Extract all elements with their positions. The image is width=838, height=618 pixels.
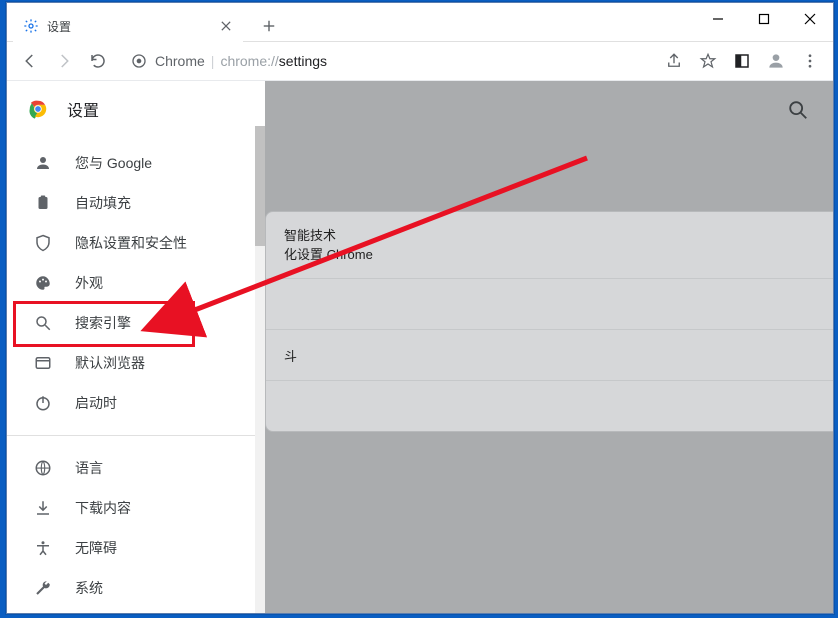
- sidebar-item-label: 搜索引擎: [75, 313, 131, 333]
- settings-card: 智能技术 化设置 Chrome 开启同步功能... ▸ 斗 ▸: [265, 211, 833, 432]
- chrome-logo-icon: [27, 98, 49, 120]
- sidebar-item-label: 您与 Google: [75, 153, 152, 173]
- sidebar-item-label: 默认浏览器: [75, 353, 145, 373]
- tab-settings[interactable]: 设置: [13, 9, 243, 43]
- palette-icon: [33, 273, 53, 293]
- accessibility-icon: [33, 538, 53, 558]
- gear-icon: [23, 18, 39, 34]
- browser-icon: [33, 353, 53, 373]
- new-tab-button[interactable]: [255, 12, 283, 40]
- shield-icon: [33, 233, 53, 253]
- toolbar-right: [657, 44, 827, 78]
- sidebar-item-on-startup[interactable]: 启动时: [7, 383, 265, 423]
- person-icon: [33, 153, 53, 173]
- menu-button[interactable]: [793, 44, 827, 78]
- tab-strip: 设置: [13, 9, 283, 43]
- globe-icon: [33, 458, 53, 478]
- sidebar-item-label: 隐私设置和安全性: [75, 233, 187, 253]
- sidebar-item-label: 系统: [75, 578, 103, 598]
- clipboard-icon: [33, 193, 53, 213]
- content-area: 设置 您与 Google 自动填充 隐私设置和安全性: [7, 81, 833, 613]
- sync-row-text: 智能技术 化设置 Chrome: [284, 226, 373, 265]
- profile-button[interactable]: [759, 44, 793, 78]
- search-icon: [33, 313, 53, 333]
- sync-row: 智能技术 化设置 Chrome 开启同步功能...: [266, 212, 833, 279]
- share-button[interactable]: [657, 44, 691, 78]
- back-button[interactable]: [13, 44, 47, 78]
- reload-button[interactable]: [81, 44, 115, 78]
- sidebar-item-label: 启动时: [75, 393, 117, 413]
- desktop: 设置: [0, 0, 838, 618]
- wrench-icon: [33, 578, 53, 598]
- sidebar-item-label: 自动填充: [75, 193, 131, 213]
- toolbar: Chrome|chrome://settings: [7, 41, 833, 81]
- sidebar-item-accessibility[interactable]: 无障碍: [7, 528, 265, 568]
- forward-button[interactable]: [47, 44, 81, 78]
- sidebar-item-default-browser[interactable]: 默认浏览器: [7, 343, 265, 383]
- bookmark-button[interactable]: [691, 44, 725, 78]
- sidebar-header: 设置: [7, 81, 265, 137]
- card-row-label: 斗: [284, 346, 297, 365]
- sidebar-item-privacy[interactable]: 隐私设置和安全性: [7, 223, 265, 263]
- maximize-button[interactable]: [741, 3, 787, 35]
- power-icon: [33, 393, 53, 413]
- sidebar-scrollbar-thumb[interactable]: [255, 126, 265, 246]
- sidebar-item-autofill[interactable]: 自动填充: [7, 183, 265, 223]
- tab-title: 设置: [47, 18, 71, 35]
- download-icon: [33, 498, 53, 518]
- sidebar-list: 您与 Google 自动填充 隐私设置和安全性 外观: [7, 137, 265, 608]
- sidebar-title: 设置: [67, 97, 99, 121]
- chrome-page-icon: [131, 53, 147, 69]
- close-window-button[interactable]: [787, 3, 833, 35]
- address-bar[interactable]: Chrome|chrome://settings: [121, 46, 651, 76]
- sidebar-item-system[interactable]: 系统: [7, 568, 265, 608]
- sidebar-item-appearance[interactable]: 外观: [7, 263, 265, 303]
- settings-sidebar: 设置 您与 Google 自动填充 隐私设置和安全性: [7, 81, 265, 613]
- url-text: Chrome|chrome://settings: [155, 53, 327, 69]
- sidebar-item-you-and-google[interactable]: 您与 Google: [7, 143, 265, 183]
- card-row-2[interactable]: ▸: [266, 279, 833, 330]
- sidebar-item-search-engine[interactable]: 搜索引擎: [7, 303, 265, 343]
- card-row-3[interactable]: 斗 ▸: [266, 330, 833, 381]
- settings-search-button[interactable]: [787, 99, 811, 123]
- minimize-button[interactable]: [695, 3, 741, 35]
- sidebar-item-languages[interactable]: 语言: [7, 448, 265, 488]
- card-row-4[interactable]: ▸: [266, 381, 833, 431]
- sidebar-item-label: 无障碍: [75, 538, 117, 558]
- sidebar-item-downloads[interactable]: 下载内容: [7, 488, 265, 528]
- sidebar-scrollbar[interactable]: [255, 126, 265, 613]
- sidebar-item-label: 下载内容: [75, 498, 131, 518]
- tab-close-button[interactable]: [217, 17, 235, 35]
- reading-list-button[interactable]: [725, 44, 759, 78]
- sidebar-item-label: 外观: [75, 273, 103, 293]
- window-controls: [695, 3, 833, 35]
- chrome-window: 设置: [6, 2, 834, 614]
- sidebar-separator: [7, 435, 265, 436]
- sidebar-item-label: 语言: [75, 458, 103, 478]
- settings-main-pane: 智能技术 化设置 Chrome 开启同步功能... ▸ 斗 ▸: [265, 81, 833, 613]
